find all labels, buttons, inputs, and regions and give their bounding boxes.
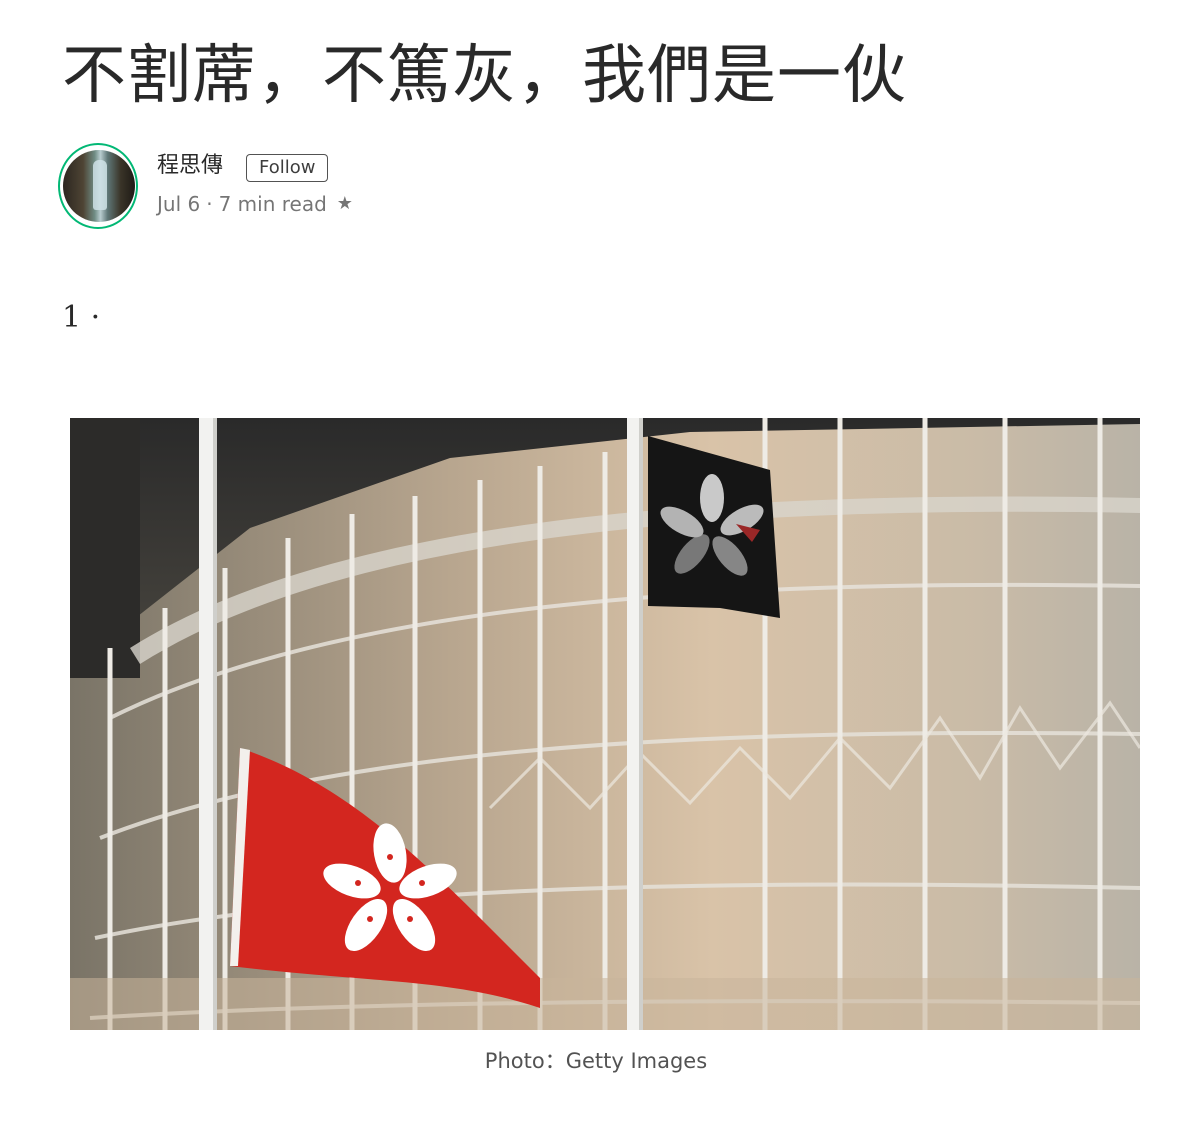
article-photo[interactable] (70, 418, 1140, 1030)
post-meta: Jul 6 · 7 min read ★ (157, 190, 353, 218)
photo-caption: Photo：Getty Images (484, 1049, 708, 1073)
post-date[interactable]: Jul 6 (157, 190, 200, 218)
star-icon: ★ (336, 193, 353, 214)
section-number: 1 · (62, 300, 101, 335)
read-time: 7 min read (218, 192, 327, 216)
meta-separator: · (206, 192, 213, 216)
author-name[interactable]: 程思傳 (157, 151, 223, 181)
avatar[interactable] (63, 150, 135, 222)
article-title: 不割蓆，不篤灰，我們是一伙 (62, 39, 907, 113)
follow-button[interactable]: Follow (246, 154, 329, 182)
